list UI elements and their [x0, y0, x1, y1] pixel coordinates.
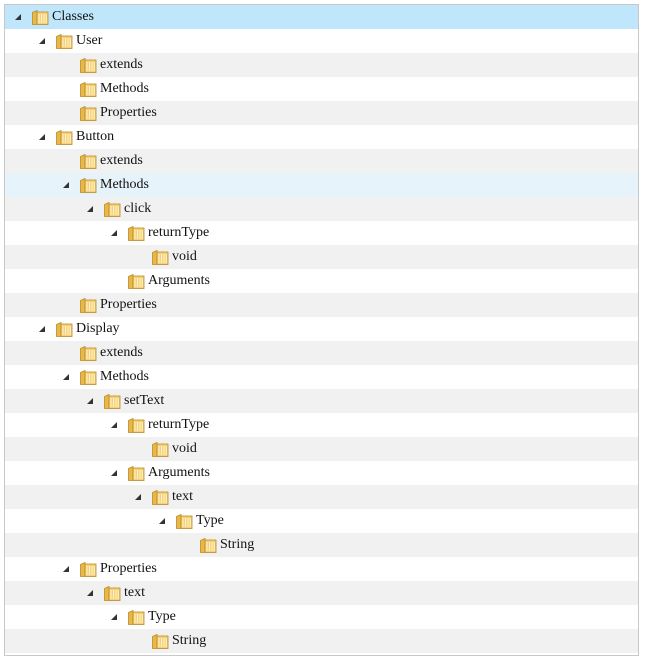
- folder-icon: [151, 489, 169, 506]
- expanded-triangle-icon[interactable]: [107, 461, 121, 485]
- tree-node-label: Display: [76, 321, 120, 336]
- tree-node-label: Arguments: [148, 465, 210, 480]
- tree-node-label: Properties: [100, 561, 157, 576]
- tree-row[interactable]: Methods: [5, 173, 638, 197]
- tree-node-label: Type: [196, 513, 224, 528]
- tree-row[interactable]: Properties: [5, 293, 638, 317]
- tree-row[interactable]: click: [5, 197, 638, 221]
- tree-row[interactable]: text: [5, 485, 638, 509]
- tree-node-label: setText: [124, 393, 165, 408]
- tree-node-label: void: [172, 441, 197, 456]
- folder-icon: [79, 297, 97, 314]
- folder-icon: [79, 57, 97, 74]
- tree-row[interactable]: Methods: [5, 77, 638, 101]
- expanded-triangle-icon[interactable]: [35, 125, 49, 149]
- expanded-triangle-icon[interactable]: [83, 197, 97, 221]
- tree-node-label: Methods: [100, 177, 149, 192]
- folder-icon: [103, 393, 121, 410]
- folder-icon: [127, 417, 145, 434]
- tree-row[interactable]: String: [5, 533, 638, 557]
- tree-node-label: returnType: [148, 417, 210, 432]
- tree-row[interactable]: Button: [5, 125, 638, 149]
- tree-row[interactable]: void: [5, 245, 638, 269]
- tree-row[interactable]: text: [5, 581, 638, 605]
- folder-icon: [79, 105, 97, 122]
- tree-node-label: void: [172, 249, 197, 264]
- tree-row[interactable]: setText: [5, 389, 638, 413]
- folder-icon: [199, 537, 217, 554]
- expanded-triangle-icon[interactable]: [35, 29, 49, 53]
- tree-node-label: Type: [148, 609, 176, 624]
- expanded-triangle-icon[interactable]: [83, 389, 97, 413]
- tree-node-label: returnType: [148, 225, 210, 240]
- tree-row[interactable]: Arguments: [5, 461, 638, 485]
- folder-icon: [127, 225, 145, 242]
- tree-node-label: Button: [76, 129, 115, 144]
- class-tree-view[interactable]: Classes User extends Methods Properties Butto…: [4, 4, 639, 656]
- folder-icon: [79, 561, 97, 578]
- tree-node-label: String: [172, 633, 207, 648]
- tree-row[interactable]: returnType: [5, 413, 638, 437]
- folder-icon: [79, 369, 97, 386]
- folder-icon: [31, 9, 49, 26]
- folder-icon: [55, 321, 73, 338]
- folder-icon: [151, 441, 169, 458]
- tree-node-label: Methods: [100, 81, 149, 96]
- expanded-triangle-icon[interactable]: [35, 317, 49, 341]
- tree-node-label: Arguments: [148, 273, 210, 288]
- expanded-triangle-icon[interactable]: [59, 557, 73, 581]
- tree-row[interactable]: Classes: [5, 5, 638, 29]
- folder-icon: [79, 345, 97, 362]
- folder-icon: [55, 129, 73, 146]
- expanded-triangle-icon[interactable]: [59, 173, 73, 197]
- tree-node-label: extends: [100, 57, 143, 72]
- tree-row[interactable]: Properties: [5, 557, 638, 581]
- tree-row[interactable]: Display: [5, 317, 638, 341]
- folder-icon: [79, 153, 97, 170]
- folder-icon: [55, 33, 73, 50]
- tree-row[interactable]: void: [5, 437, 638, 461]
- tree-node-label: Classes: [52, 9, 94, 24]
- tree-node-label: text: [124, 585, 145, 600]
- tree-node-label: User: [76, 33, 103, 48]
- tree-node-label: extends: [100, 153, 143, 168]
- folder-icon: [79, 177, 97, 194]
- folder-icon: [127, 609, 145, 626]
- folder-icon: [151, 249, 169, 266]
- tree-row[interactable]: extends: [5, 53, 638, 77]
- expanded-triangle-icon[interactable]: [107, 413, 121, 437]
- tree-row[interactable]: extends: [5, 149, 638, 173]
- expanded-triangle-icon[interactable]: [59, 365, 73, 389]
- folder-icon: [151, 633, 169, 650]
- folder-icon: [175, 513, 193, 530]
- tree-node-label: String: [220, 537, 255, 552]
- expanded-triangle-icon[interactable]: [131, 485, 145, 509]
- folder-icon: [79, 81, 97, 98]
- tree-row[interactable]: Type: [5, 509, 638, 533]
- tree-node-label: Methods: [100, 369, 149, 384]
- tree-row[interactable]: Arguments: [5, 269, 638, 293]
- tree-row[interactable]: Type: [5, 605, 638, 629]
- tree-row[interactable]: Methods: [5, 365, 638, 389]
- expanded-triangle-icon[interactable]: [107, 605, 121, 629]
- tree-node-label: Properties: [100, 297, 157, 312]
- tree-row[interactable]: User: [5, 29, 638, 53]
- folder-icon: [103, 585, 121, 602]
- tree-row[interactable]: returnType: [5, 221, 638, 245]
- folder-icon: [127, 273, 145, 290]
- tree-row[interactable]: String: [5, 629, 638, 653]
- tree-node-label: text: [172, 489, 193, 504]
- expanded-triangle-icon[interactable]: [155, 509, 169, 533]
- tree-row[interactable]: Properties: [5, 101, 638, 125]
- expanded-triangle-icon[interactable]: [11, 5, 25, 29]
- expanded-triangle-icon[interactable]: [107, 221, 121, 245]
- expanded-triangle-icon[interactable]: [83, 581, 97, 605]
- folder-icon: [127, 465, 145, 482]
- tree-node-label: click: [124, 201, 152, 216]
- tree-node-label: Properties: [100, 105, 157, 120]
- tree-row[interactable]: extends: [5, 341, 638, 365]
- folder-icon: [103, 201, 121, 218]
- tree-node-label: extends: [100, 345, 143, 360]
